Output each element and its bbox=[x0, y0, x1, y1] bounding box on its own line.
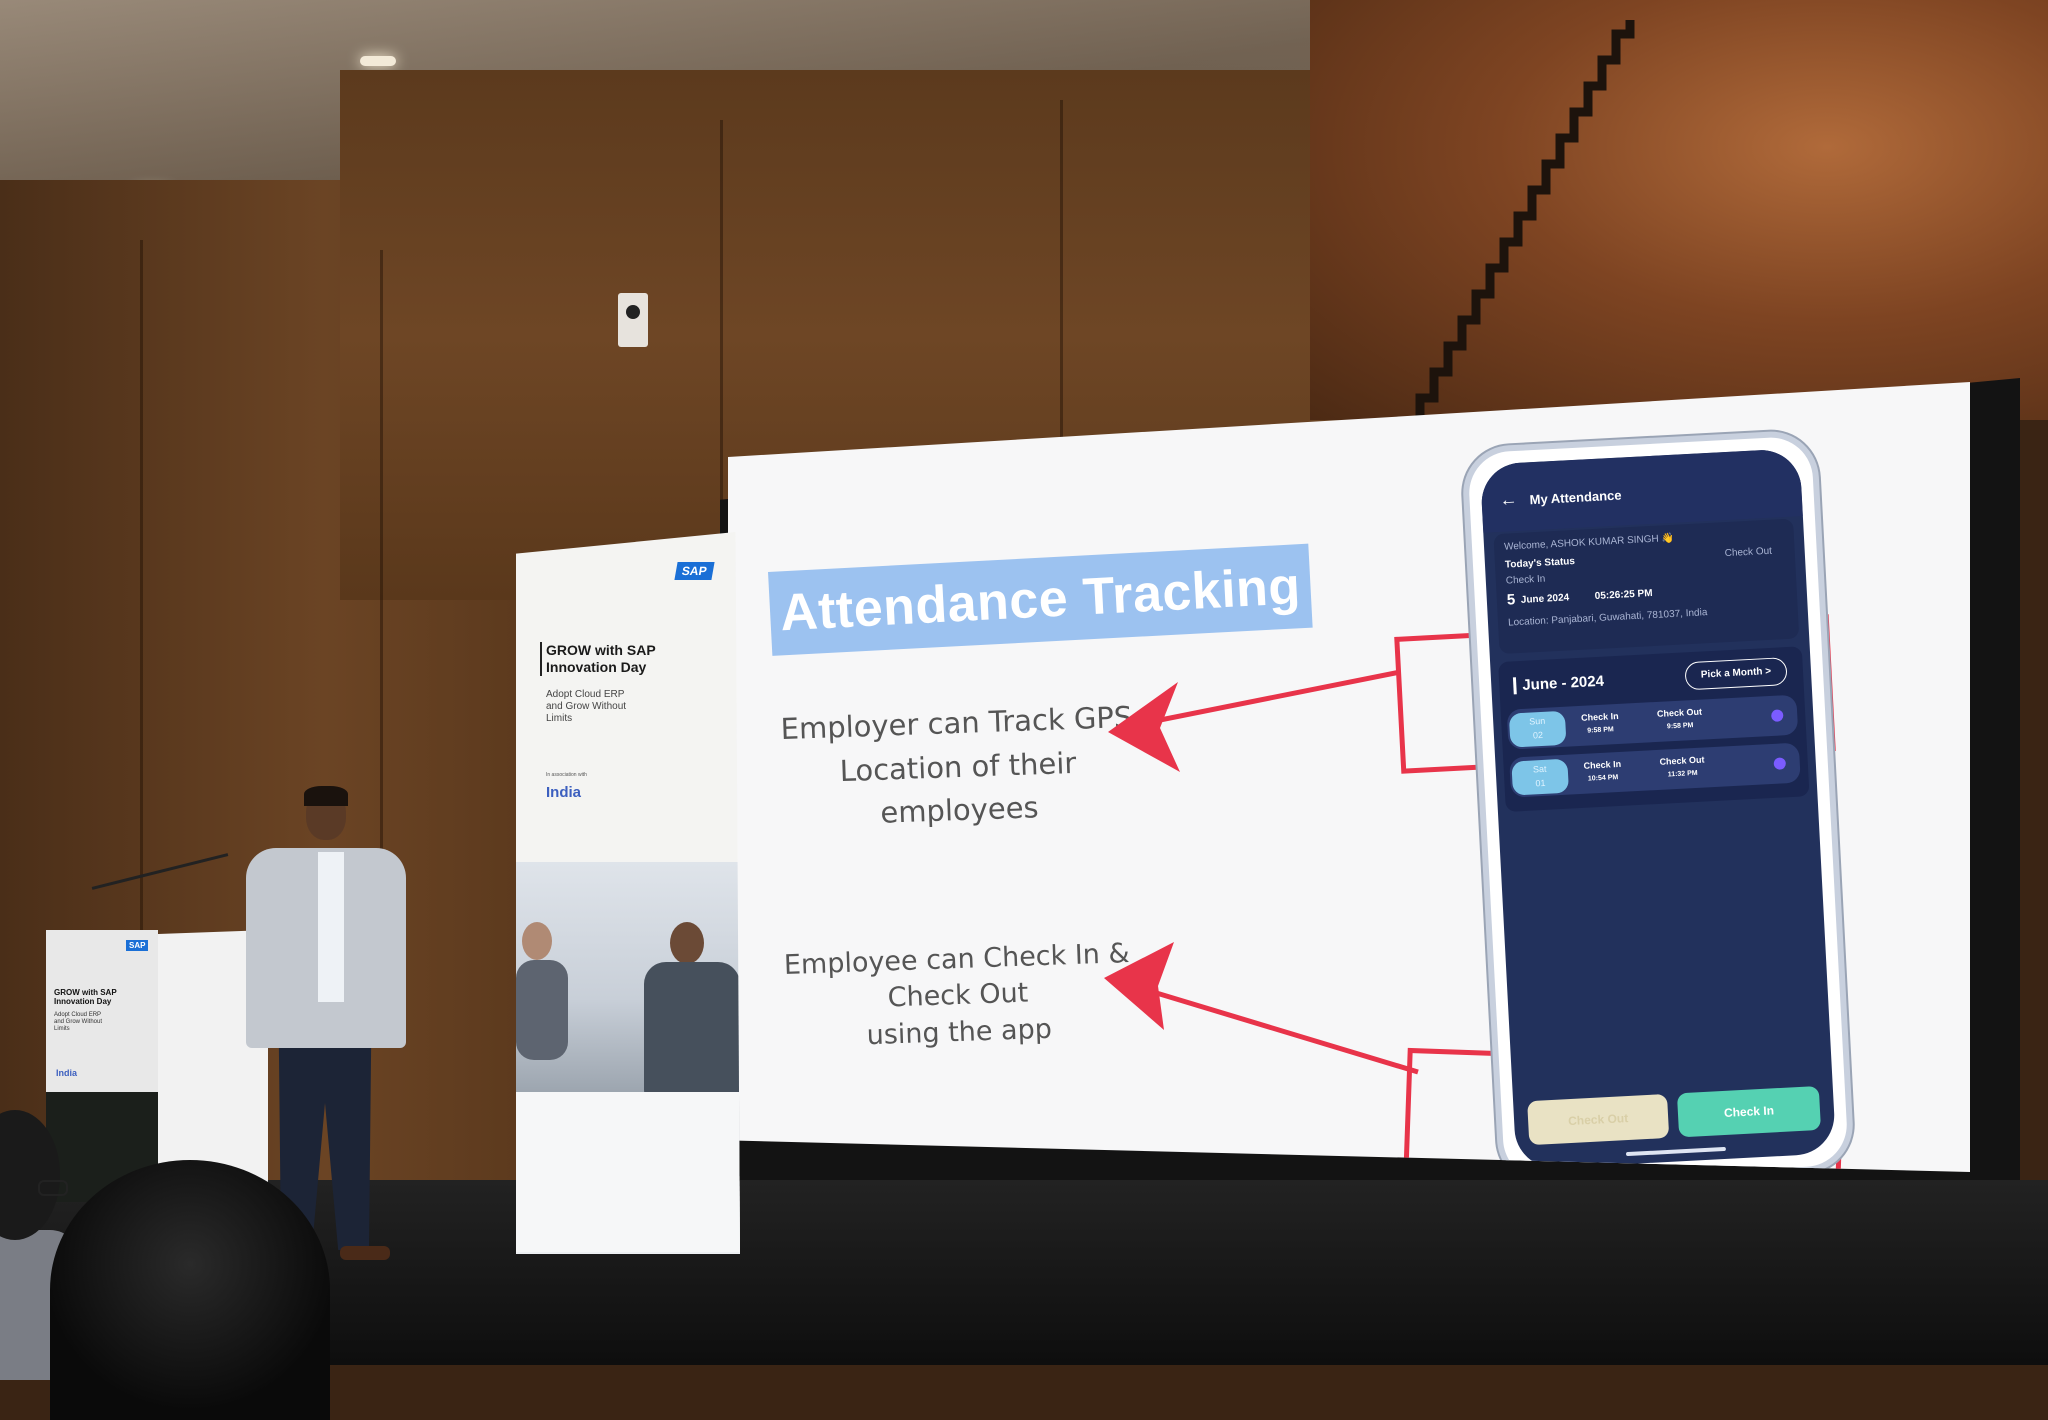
photo-table bbox=[516, 1092, 740, 1252]
podium-partner-logo: India bbox=[56, 1068, 78, 1078]
day-pill: Sun 02 bbox=[1508, 710, 1567, 748]
check-out-button[interactable]: Check Out bbox=[1527, 1093, 1670, 1146]
monthly-attendance-card: June - 2024 Pick a Month > Sun 02 Check … bbox=[1498, 646, 1810, 812]
sap-logo: SAP bbox=[674, 562, 715, 580]
presenter-shirt bbox=[318, 852, 344, 1002]
row-check-out-label: Check Out bbox=[1659, 754, 1705, 767]
row-check-out-time: 9:58 PM bbox=[1666, 722, 1694, 731]
ceiling-downlight bbox=[360, 56, 396, 66]
row-detail-icon[interactable] bbox=[1773, 757, 1787, 770]
photo-person bbox=[670, 922, 704, 964]
photo-person bbox=[522, 922, 552, 960]
banner-heading: GROW with SAP Innovation Day bbox=[540, 642, 656, 676]
check-in-label: Check In bbox=[1505, 573, 1546, 587]
partner-logo: India bbox=[546, 784, 582, 801]
attendance-row[interactable]: Sat 01 Check In 10:54 PM Check Out 11:32… bbox=[1509, 742, 1801, 798]
row-check-out-label: Check Out bbox=[1656, 706, 1703, 719]
phone-mockup: ← My Attendance Welcome, ASHOK KUMAR SIN… bbox=[1460, 429, 1856, 1172]
photo-person-body bbox=[516, 960, 568, 1060]
phone-screen: ← My Attendance Welcome, ASHOK KUMAR SIN… bbox=[1479, 448, 1837, 1170]
audience-member-head bbox=[50, 1160, 330, 1420]
back-arrow-icon[interactable]: ← bbox=[1499, 489, 1518, 511]
photo-person-body bbox=[644, 962, 740, 1112]
presenter-hair bbox=[304, 786, 348, 806]
banner-association-text: In association with bbox=[546, 772, 587, 778]
row-check-out-time: 11:32 PM bbox=[1667, 769, 1698, 779]
arrow-check-line bbox=[1119, 979, 1419, 1075]
home-indicator bbox=[1625, 1146, 1726, 1157]
row-check-in: Check In 9:58 PM bbox=[1581, 710, 1620, 738]
day-date: 02 bbox=[1532, 729, 1544, 741]
date-month-year: June 2024 bbox=[1520, 592, 1570, 606]
row-check-in-time: 9:58 PM bbox=[1587, 726, 1614, 735]
podium-heading: GROW with SAP Innovation Day bbox=[54, 988, 117, 1006]
check-in-time: 05:26:25 PM bbox=[1594, 587, 1653, 603]
attendance-row[interactable]: Sun 02 Check In 9:58 PM Check Out 9:58 P… bbox=[1506, 694, 1799, 750]
month-label: June - 2024 bbox=[1512, 672, 1605, 695]
wall-panel-line bbox=[720, 120, 723, 500]
row-check-in: Check In 10:54 PM bbox=[1583, 758, 1622, 786]
presentation-slide: Attendance Tracking Employer can Track G… bbox=[728, 382, 1970, 1172]
wall-speaker bbox=[618, 293, 648, 347]
day-date: 01 bbox=[1535, 777, 1546, 789]
todays-status-label: Today's Status bbox=[1504, 556, 1576, 571]
wall-panel-line bbox=[140, 240, 143, 940]
row-detail-icon[interactable] bbox=[1770, 709, 1784, 722]
banner-subheading: Adopt Cloud ERP and Grow Without Limits bbox=[546, 689, 627, 724]
stair-sculpture bbox=[1392, 20, 1635, 455]
arrow-gps-head bbox=[1108, 682, 1180, 772]
rollup-banner: SAP GROW with SAP Innovation Day Adopt C… bbox=[516, 532, 740, 1254]
check-out-label: Check Out bbox=[1724, 545, 1773, 560]
row-check-out: Check Out 11:32 PM bbox=[1659, 754, 1705, 782]
glasses-icon bbox=[38, 1180, 68, 1196]
podium-subheading: Adopt Cloud ERP and Grow Without Limits bbox=[54, 1012, 103, 1032]
date-day: 5 bbox=[1506, 591, 1516, 609]
today-status-card: Welcome, ASHOK KUMAR SINGH 👋 Today's Sta… bbox=[1493, 518, 1800, 655]
podium-sap-logo: SAP bbox=[126, 940, 149, 951]
welcome-text: Welcome, ASHOK KUMAR SINGH 👋 bbox=[1503, 532, 1675, 553]
location-text: Location: Panjabari, Guwahati, 781037, I… bbox=[1507, 607, 1708, 629]
row-check-out: Check Out 9:58 PM bbox=[1657, 706, 1703, 734]
day-pill: Sat 01 bbox=[1511, 758, 1570, 796]
arrow-check-head bbox=[1104, 942, 1174, 1030]
pick-month-button[interactable]: Pick a Month > bbox=[1684, 657, 1788, 691]
presenter-shoes bbox=[340, 1246, 390, 1260]
wall-panel-line bbox=[1060, 100, 1063, 480]
check-in-button[interactable]: Check In bbox=[1676, 1085, 1822, 1138]
app-title: My Attendance bbox=[1529, 487, 1622, 508]
row-check-in-time: 10:54 PM bbox=[1587, 774, 1619, 783]
